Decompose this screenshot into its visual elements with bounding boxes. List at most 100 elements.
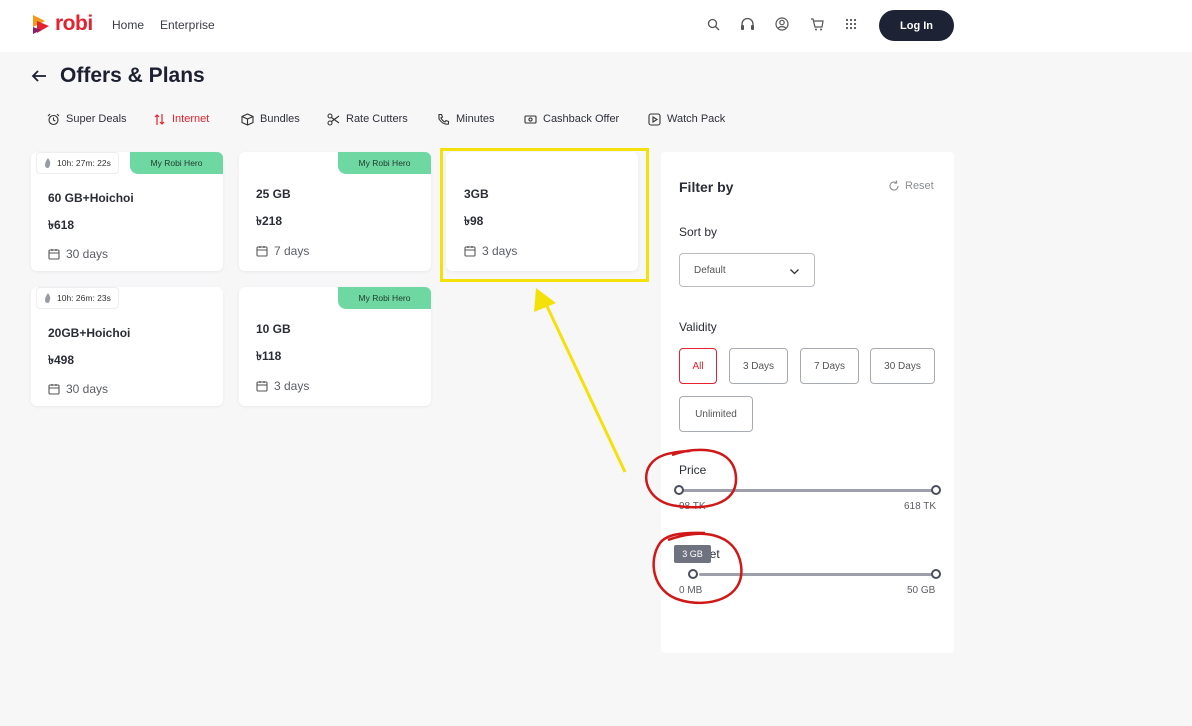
my-robi-hero-badge: My Robi Hero xyxy=(338,287,431,309)
tab-label: Super Deals xyxy=(66,113,127,125)
flame-icon xyxy=(45,293,51,303)
user-icon[interactable] xyxy=(773,15,791,33)
timer-text: 10h: 27m: 22s xyxy=(57,158,111,168)
brand-name: robi xyxy=(55,12,93,35)
tab-super-deals[interactable]: Super Deals xyxy=(47,110,127,128)
tab-cashback-offer[interactable]: Cashback Offer xyxy=(524,110,619,128)
signal-arrows-icon xyxy=(154,113,165,125)
back-arrow-icon[interactable] xyxy=(30,67,48,85)
tab-label: Cashback Offer xyxy=(543,113,620,125)
filter-panel: Filter by Reset Sort by Default Validity… xyxy=(661,152,954,653)
cart-icon[interactable] xyxy=(808,15,826,33)
internet-slider-tooltip: 3 GB xyxy=(674,545,711,563)
validity-text: 3 days xyxy=(274,379,310,393)
my-robi-hero-badge: My Robi Hero xyxy=(130,152,223,174)
price-label: Price xyxy=(679,463,707,477)
search-icon[interactable] xyxy=(704,15,722,33)
alarm-clock-icon xyxy=(47,113,60,125)
offer-validity: 30 days xyxy=(48,382,108,396)
countdown-timer: 10h: 26m: 23s xyxy=(36,287,119,309)
tab-bundles[interactable]: Bundles xyxy=(241,110,300,128)
offer-validity: 7 days xyxy=(256,244,309,258)
calendar-icon xyxy=(256,246,268,257)
price-min-value: 98 TK xyxy=(679,501,706,512)
robi-logo[interactable]: robi xyxy=(33,12,93,36)
validity-text: 3 days xyxy=(482,244,518,258)
offer-card[interactable]: 10h: 27m: 22s My Robi Hero 60 GB+Hoichoi… xyxy=(31,152,223,271)
phone-icon xyxy=(438,113,450,125)
tab-label: Bundles xyxy=(260,113,300,125)
calendar-icon xyxy=(48,249,60,260)
tab-label: Watch Pack xyxy=(667,113,726,125)
validity-text: 7 days xyxy=(274,244,310,258)
box-icon xyxy=(241,112,254,126)
offer-name: 60 GB+Hoichoi xyxy=(48,191,134,205)
validity-text: 30 days xyxy=(66,247,109,261)
validity-label: Validity xyxy=(679,320,717,334)
offer-price: ৳498 xyxy=(48,353,74,367)
robi-logo-mark-icon xyxy=(33,15,49,34)
calendar-icon xyxy=(256,381,268,392)
reset-label: Reset xyxy=(905,180,934,192)
sort-label: Sort by xyxy=(679,225,718,239)
nav-enterprise-link[interactable]: Enterprise xyxy=(160,18,215,32)
page-title: Offers & Plans xyxy=(60,64,205,87)
cash-icon xyxy=(524,114,537,124)
offer-name: 10 GB xyxy=(256,322,291,336)
flame-icon xyxy=(45,158,51,168)
offer-card[interactable]: 10h: 26m: 23s 20GB+Hoichoi ৳498 30 days xyxy=(31,287,223,406)
filter-title: Filter by xyxy=(679,179,734,195)
validity-chip-7-days[interactable]: 7 Days xyxy=(800,348,859,384)
internet-slider-min-thumb[interactable] xyxy=(688,569,698,579)
countdown-timer: 10h: 27m: 22s xyxy=(36,152,119,174)
my-robi-hero-badge: My Robi Hero xyxy=(338,152,431,174)
calendar-icon xyxy=(464,246,476,257)
offer-price: ৳98 xyxy=(464,214,484,228)
play-icon xyxy=(648,112,661,126)
price-slider-max-thumb[interactable] xyxy=(931,485,941,495)
internet-slider-max-thumb[interactable] xyxy=(931,569,941,579)
scissors-icon xyxy=(327,112,340,126)
yellow-arrow-head xyxy=(534,288,556,312)
validity-text: 30 days xyxy=(66,382,109,396)
offer-name: 20GB+Hoichoi xyxy=(48,326,131,340)
price-slider-min-thumb[interactable] xyxy=(674,485,684,495)
tab-label: Internet xyxy=(172,113,210,125)
apps-grid-icon[interactable] xyxy=(842,15,860,33)
offer-price: ৳118 xyxy=(256,349,282,363)
tab-internet[interactable]: Internet xyxy=(153,110,209,128)
offer-validity: 3 days xyxy=(464,244,517,258)
tab-minutes[interactable]: Minutes xyxy=(437,110,495,128)
internet-max-value: 50 GB xyxy=(907,585,936,596)
calendar-icon xyxy=(48,384,60,395)
validity-chip-all[interactable]: All xyxy=(679,348,717,384)
top-header: robi Home Enterprise Log In xyxy=(0,0,1192,52)
sort-select[interactable]: Default xyxy=(679,253,815,287)
headset-icon[interactable] xyxy=(738,15,756,33)
reset-button[interactable]: Reset xyxy=(888,180,934,192)
validity-chip-30-days[interactable]: 30 Days xyxy=(870,348,935,384)
tab-label: Minutes xyxy=(456,113,495,125)
refresh-icon xyxy=(889,180,899,191)
price-max-value: 618 TK xyxy=(904,501,937,512)
validity-chip-3-days[interactable]: 3 Days xyxy=(729,348,788,384)
tab-watch-pack[interactable]: Watch Pack xyxy=(648,110,725,128)
offer-price: ৳218 xyxy=(256,214,282,228)
tab-label: Rate Cutters xyxy=(346,113,408,125)
offer-card[interactable]: My Robi Hero 25 GB ৳218 7 days xyxy=(239,152,431,271)
offer-card[interactable]: My Robi Hero 10 GB ৳118 3 days xyxy=(239,287,431,406)
offer-card-3gb[interactable]: 3GB ৳98 3 days xyxy=(446,152,638,271)
login-button[interactable]: Log In xyxy=(879,10,954,41)
chevron-down-icon xyxy=(790,269,799,275)
price-slider-track[interactable] xyxy=(683,489,933,492)
validity-chip-unlimited[interactable]: Unlimited xyxy=(679,396,753,432)
sort-value: Default xyxy=(694,264,726,276)
offer-name: 3GB xyxy=(464,187,489,201)
nav-home-link[interactable]: Home xyxy=(112,18,144,32)
internet-min-value: 0 MB xyxy=(679,585,703,596)
offer-validity: 30 days xyxy=(48,247,108,261)
tab-rate-cutters[interactable]: Rate Cutters xyxy=(327,110,408,128)
internet-slider-track[interactable] xyxy=(699,573,933,576)
offer-validity: 3 days xyxy=(256,379,309,393)
offer-price: ৳618 xyxy=(48,218,74,232)
